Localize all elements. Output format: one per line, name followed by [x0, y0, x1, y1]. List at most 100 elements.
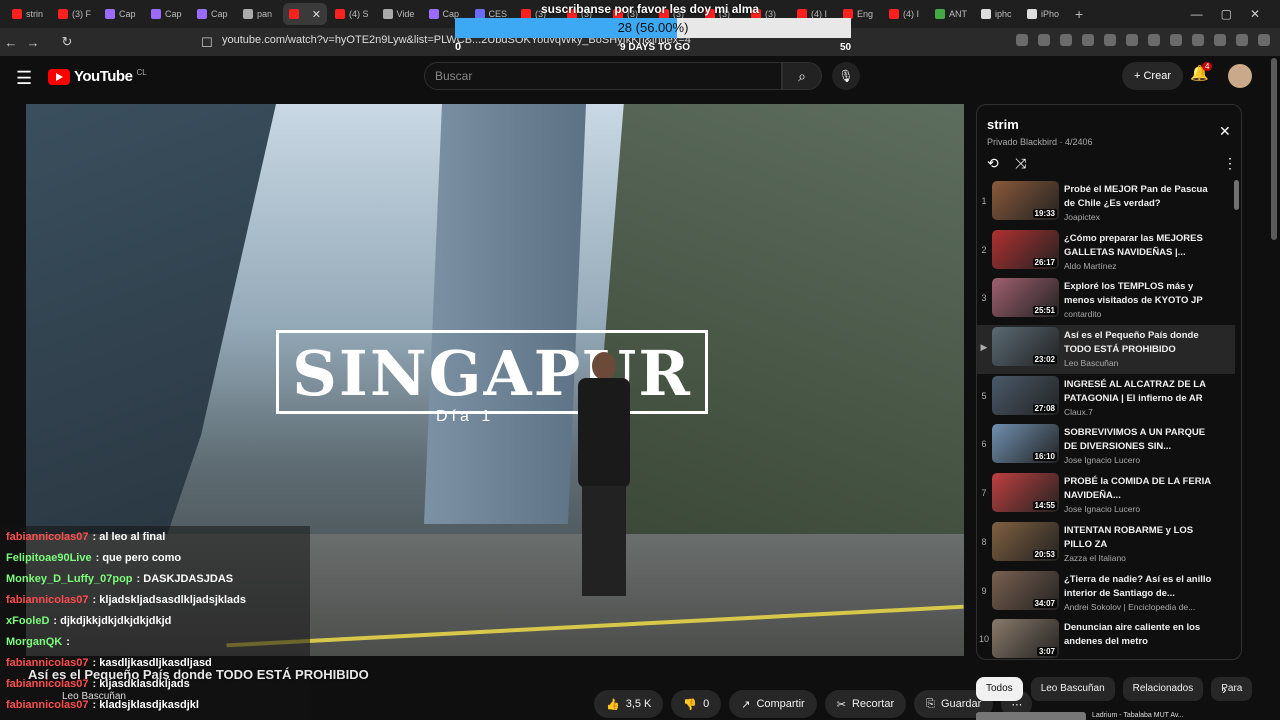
youtube-logo[interactable]: YouTube CL	[48, 68, 147, 85]
chat-message: fabiannicolas07: al leo al final	[0, 526, 310, 547]
goal-text: 28 (56.00%)	[617, 20, 689, 35]
chat-text: : DASKJDASJDAS	[136, 572, 234, 585]
chat-username[interactable]: fabiannicolas07	[6, 531, 89, 543]
item-channel: contardito	[1064, 309, 1102, 320]
chat-username[interactable]: Monkey_D_Luffy_07pop	[6, 573, 133, 585]
playlist-title[interactable]: strim	[987, 117, 1019, 132]
new-tab-icon[interactable]: +	[1067, 6, 1091, 22]
tab-close-icon[interactable]: ✕	[312, 8, 321, 21]
chat-username[interactable]: Felipitoae90Live	[6, 552, 92, 564]
item-title: INTENTAN ROBARME y LOS PILLO ZA	[1064, 524, 1194, 550]
tab-label: iphc	[995, 9, 1012, 19]
extension-icon[interactable]	[1258, 34, 1270, 46]
playlist-item[interactable]: 8 20:53 INTENTAN ROBARME y LOS PILLO ZA Zaz…	[977, 520, 1235, 569]
chat-username[interactable]: fabiannicolas07	[6, 594, 89, 606]
extension-icon[interactable]	[1148, 34, 1160, 46]
search-button[interactable]: ⌕	[782, 62, 822, 90]
tab-favicon-icon	[1027, 9, 1038, 19]
like-button[interactable]: 👍 3,5 K	[594, 690, 664, 718]
extension-icon[interactable]	[1214, 34, 1226, 46]
search-input[interactable]: Buscar	[424, 62, 782, 90]
extension-icon[interactable]	[1104, 34, 1116, 46]
channel-name[interactable]: Leo Bascuñan	[62, 691, 126, 702]
browser-tab[interactable]: Vide	[377, 3, 421, 25]
playlist-item[interactable]: 10 3:07 Denuncian aire caliente en los and…	[977, 617, 1235, 659]
voice-search-button[interactable]: 🎙	[832, 62, 860, 90]
page-scrollbar[interactable]	[1271, 58, 1277, 240]
extension-icon[interactable]	[1170, 34, 1182, 46]
playlist-item[interactable]: 2 26:17 ¿Cómo preparar las MEJORES GALLETA…	[977, 228, 1235, 277]
related-chips: Todos Leo Bascuñan Relacionados Para	[976, 677, 1253, 701]
create-button[interactable]: + Crear	[1122, 62, 1183, 90]
extension-icon[interactable]	[1038, 34, 1050, 46]
chat-username[interactable]: MorganQK	[6, 636, 62, 648]
goal-days: 9 DAYS TO GO	[619, 42, 691, 53]
browser-tab[interactable]: (4) S	[329, 3, 375, 25]
extension-icon[interactable]	[1016, 34, 1028, 46]
browser-tab[interactable]: Cap	[191, 3, 235, 25]
close-icon[interactable]: ✕	[1219, 123, 1231, 140]
browser-tab[interactable]: iPho	[1021, 3, 1065, 25]
item-title: ¿Tierra de nadie? Así es el anillo inter…	[1064, 573, 1212, 599]
reload-icon[interactable]: ↻	[56, 34, 78, 50]
building-center	[424, 104, 586, 524]
tab-favicon-icon	[981, 9, 992, 19]
playlist-item[interactable]: 3 25:51 Exploré los TEMPLOS más y menos vi…	[977, 276, 1235, 325]
browser-tab[interactable]: ✕	[283, 3, 327, 25]
extension-icon[interactable]	[1060, 34, 1072, 46]
share-button[interactable]: ↗ Compartir	[729, 690, 817, 718]
playlist-item[interactable]: 7 14:55 PROBÉ la COMIDA DE LA FERIA NAVIDE…	[977, 471, 1235, 520]
playlist-item[interactable]: 9 34:07 ¿Tierra de nadie? Así es el anillo…	[977, 569, 1235, 618]
filter-chip[interactable]: Leo Bascuñan	[1030, 677, 1115, 701]
filter-chip[interactable]: Para	[1211, 677, 1253, 701]
item-duration: 14:55	[1032, 501, 1057, 511]
browser-tab[interactable]: pan	[237, 3, 281, 25]
playlist-item[interactable]: 5 27:08 INGRESÉ AL ALCATRAZ DE LA PATAGONI…	[977, 374, 1235, 423]
filter-chip[interactable]: Todos	[976, 677, 1023, 701]
tab-label: Eng	[857, 9, 874, 19]
dislike-button[interactable]: 👎 0	[671, 690, 722, 718]
chevron-right-icon[interactable]: ›	[1222, 681, 1227, 697]
extension-icon[interactable]	[1126, 34, 1138, 46]
extension-icon[interactable]	[1236, 34, 1248, 46]
browser-tab[interactable]: (3) F	[52, 3, 97, 25]
shuffle-icon[interactable]: ⤨	[1015, 155, 1026, 172]
tab-favicon-icon	[289, 9, 299, 19]
more-vert-icon[interactable]: ⋮	[1223, 155, 1237, 172]
goal-max: 50	[840, 42, 852, 53]
menu-icon[interactable]: ☰	[16, 68, 32, 89]
playlist-item[interactable]: 6 16:10 SOBREVIVIMOS A UN PARQUE DE DIVERS…	[977, 422, 1235, 471]
browser-tab[interactable]: (4) I	[883, 3, 927, 25]
browser-tab[interactable]: Cap	[145, 3, 189, 25]
item-thumbnail: 27:08	[992, 375, 1059, 415]
avatar[interactable]	[1228, 64, 1252, 88]
next-recommendation[interactable]: Ladrium - Tabalaba MUT Av...	[976, 712, 1242, 720]
browser-tab[interactable]: iphc	[975, 3, 1019, 25]
playlist-scrollbar[interactable]	[1234, 180, 1239, 210]
close-window-icon[interactable]: ✕	[1250, 7, 1260, 21]
playlist-item[interactable]: 1 19:33 Probé el MEJOR Pan de Pascua de Ch…	[977, 179, 1235, 228]
back-icon[interactable]: ←	[0, 35, 22, 50]
item-channel: Jose Ignacio Lucero	[1064, 455, 1141, 466]
video-actions: 👍 3,5 K 👎 0 ↗ Compartir ✂ Recortar ⎘ Guardar …	[594, 690, 1033, 718]
goal-bar: 28 (56.00%)	[455, 18, 851, 38]
extension-icon[interactable]	[1082, 34, 1094, 46]
loop-icon[interactable]: ⟲	[987, 155, 999, 172]
browser-tab[interactable]: strin	[6, 3, 50, 25]
next-thumbnail	[976, 712, 1086, 720]
forward-icon[interactable]: →	[22, 35, 44, 50]
browser-tab[interactable]: ANT	[929, 3, 973, 25]
browser-tab[interactable]: Cap	[99, 3, 143, 25]
minimize-icon[interactable]: —	[1191, 7, 1203, 21]
chat-username[interactable]: xFooleD	[6, 615, 49, 627]
extension-icon[interactable]	[1192, 34, 1204, 46]
clip-button[interactable]: ✂ Recortar	[824, 690, 907, 718]
item-index: 10	[979, 634, 990, 645]
filter-chip[interactable]: Relacionados	[1122, 677, 1204, 701]
tab-label: ANT	[949, 9, 968, 19]
playlist-item[interactable]: ▶ 23:02 Así es el Pequeño País donde TODO …	[977, 325, 1235, 374]
maximize-icon[interactable]: ▢	[1221, 7, 1232, 21]
bookmark-icon[interactable]: ☐	[196, 35, 218, 51]
chat-message: MorganQK:	[0, 631, 310, 652]
tab-favicon-icon	[335, 9, 345, 19]
